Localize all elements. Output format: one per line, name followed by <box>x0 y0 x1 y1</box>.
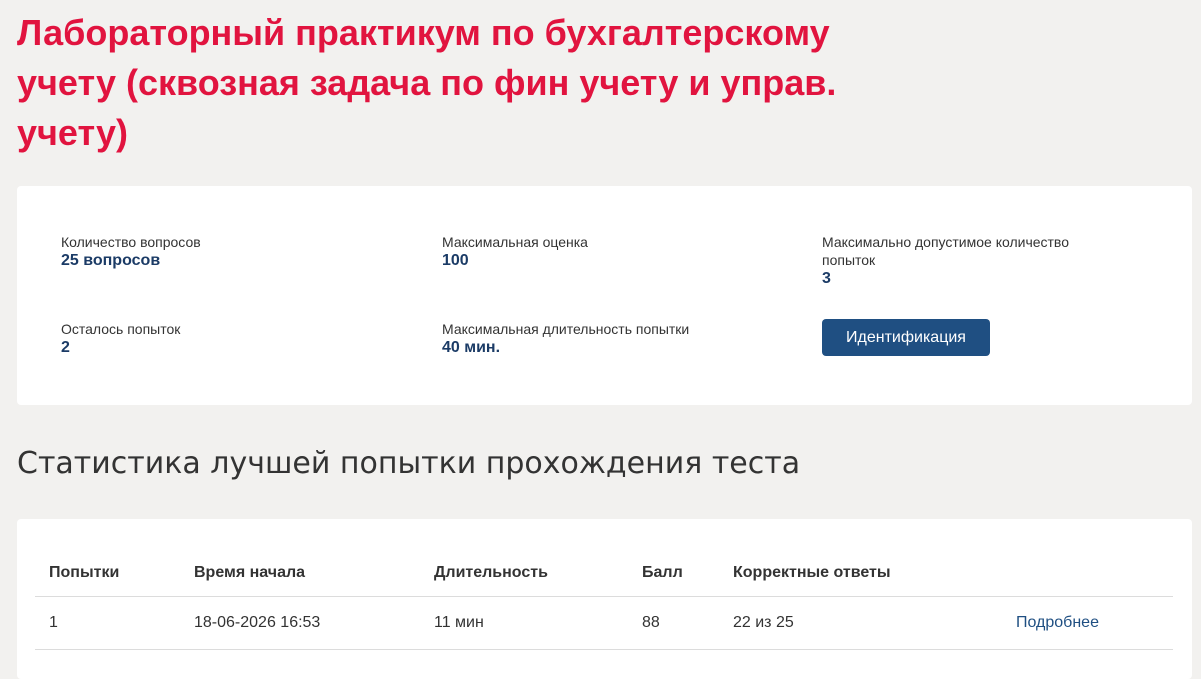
max-score-value: 100 <box>442 252 469 269</box>
max-attempts-block: Максимально допустимое количество попыто… <box>822 233 1122 289</box>
attempt-start-time: 18-06-2026 16:53 <box>180 596 420 650</box>
identification-button[interactable]: Идентификация <box>822 319 990 356</box>
questions-count-label: Количество вопросов <box>61 234 201 250</box>
questions-count-value: 25 вопросов <box>61 252 161 269</box>
max-duration-value: 40 мин. <box>442 339 501 356</box>
col-attempts: Попытки <box>35 549 180 597</box>
max-score-block: Максимальная оценка 100 <box>442 233 588 271</box>
remaining-attempts-block: Осталось попыток 2 <box>61 320 180 358</box>
max-score-label: Максимальная оценка <box>442 234 588 250</box>
details-link[interactable]: Подробнее <box>1016 614 1099 631</box>
attempt-score: 88 <box>628 596 719 650</box>
attempt-duration: 11 мин <box>420 596 628 650</box>
stats-table-card: Попытки Время начала Длительность Балл К… <box>17 519 1192 679</box>
col-correct-answers: Корректные ответы <box>719 549 1002 597</box>
max-duration-block: Максимальная длительность попытки 40 мин… <box>442 320 689 358</box>
remaining-attempts-label: Осталось попыток <box>61 321 181 337</box>
page: Лабораторный практикум по бухгалтерскому… <box>0 0 1201 679</box>
max-duration-label: Максимальная длительность попытки <box>442 321 690 337</box>
details-cell: Подробнее <box>1002 596 1173 650</box>
col-duration: Длительность <box>420 549 628 597</box>
max-attempts-value: 3 <box>822 270 831 287</box>
max-attempts-label: Максимально допустимое количество попыто… <box>822 234 1069 268</box>
stats-title: Статистика лучшей попытки прохождения те… <box>17 446 801 481</box>
table-row: 1 18-06-2026 16:53 11 мин 88 22 из 25 По… <box>35 596 1173 650</box>
attempt-number: 1 <box>35 596 180 650</box>
remaining-attempts-value: 2 <box>61 339 70 356</box>
attempt-correct-answers: 22 из 25 <box>719 596 1002 650</box>
col-score: Балл <box>628 549 719 597</box>
questions-count-block: Количество вопросов 25 вопросов <box>61 233 201 271</box>
test-info-card: Количество вопросов 25 вопросов Максимал… <box>17 186 1192 405</box>
col-start-time: Время начала <box>180 549 420 597</box>
page-title: Лабораторный практикум по бухгалтерскому… <box>17 12 837 153</box>
col-actions <box>1002 549 1173 597</box>
stats-table: Попытки Время начала Длительность Балл К… <box>35 549 1173 650</box>
table-header-row: Попытки Время начала Длительность Балл К… <box>35 549 1173 597</box>
